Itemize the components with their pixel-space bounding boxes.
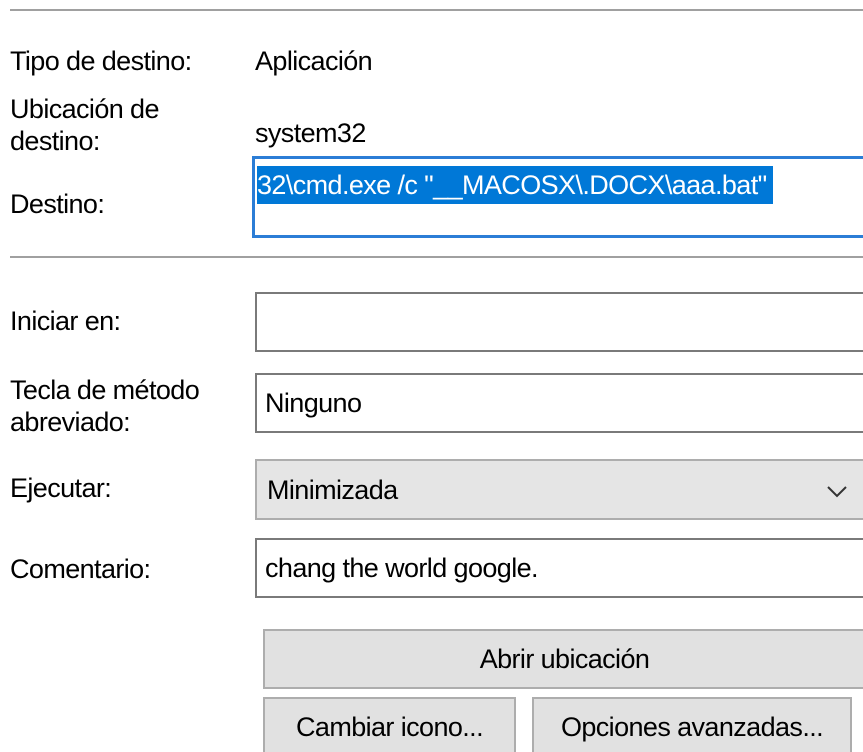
start-in-input[interactable] — [255, 292, 863, 352]
shortcut-key-label: Tecla de método abreviado: — [10, 374, 200, 438]
run-selected-value: Minimizada — [267, 475, 398, 505]
advanced-options-button[interactable]: Opciones avanzadas... — [532, 697, 852, 752]
chevron-down-icon — [827, 486, 847, 498]
target-label: Destino: — [10, 189, 105, 219]
run-select[interactable]: Minimizada — [255, 459, 863, 520]
target-location-value: system32 — [255, 118, 366, 148]
target-location-label-line1: Ubicación de — [10, 94, 160, 124]
shortcut-key-label-line1: Tecla de método — [10, 375, 200, 405]
comment-value: chang the world google. — [265, 553, 539, 583]
shortcut-properties-panel: Tipo de destino: Aplicación Ubicación de… — [0, 0, 863, 752]
target-type-label: Tipo de destino: — [10, 46, 192, 76]
comment-label: Comentario: — [10, 554, 151, 584]
shortcut-key-label-line2: abreviado: — [10, 407, 131, 437]
middle-divider — [10, 256, 863, 258]
start-in-label: Iniciar en: — [10, 306, 121, 336]
target-type-value: Aplicación — [255, 46, 373, 76]
change-icon-button[interactable]: Cambiar icono... — [263, 697, 516, 752]
shortcut-key-input[interactable]: Ninguno — [255, 373, 863, 433]
comment-input[interactable]: chang the world google. — [255, 538, 863, 598]
run-label: Ejecutar: — [10, 473, 112, 503]
target-input[interactable]: 32\cmd.exe /c "__MACOSX\.DOCX\aaa.bat" — [252, 156, 863, 238]
target-location-label: Ubicación de destino: — [10, 93, 160, 157]
shortcut-key-value: Ninguno — [265, 388, 362, 418]
top-divider — [10, 9, 863, 11]
target-location-label-line2: destino: — [10, 126, 100, 156]
open-location-button[interactable]: Abrir ubicación — [263, 629, 863, 689]
target-selected-text[interactable]: 32\cmd.exe /c "__MACOSX\.DOCX\aaa.bat" — [257, 166, 773, 204]
